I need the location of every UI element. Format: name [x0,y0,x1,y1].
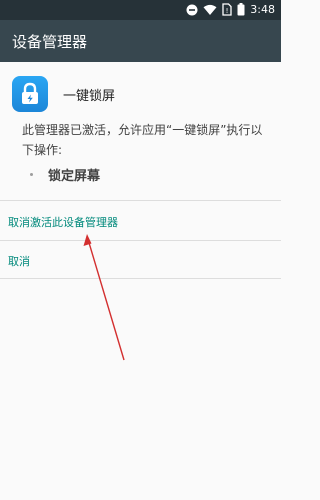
page-title: 设备管理器 [12,33,88,51]
permission-item: 锁定屏幕 [30,165,100,184]
bullet-icon [30,173,33,176]
status-icons: ! 3:48 [186,2,275,18]
admin-app-row: 一键锁屏 [12,74,115,114]
app-bar: 设备管理器 [0,20,281,62]
divider [0,240,281,241]
admin-description: 此管理器已激活，允许应用“一键锁屏”执行以下操作: [22,123,263,157]
admin-app-name: 一键锁屏 [63,88,116,104]
no-sim-icon: ! [222,1,232,20]
status-bar: ! 3:48 [0,0,281,20]
svg-text:!: ! [226,7,229,15]
battery-icon [237,1,245,20]
wifi-icon [203,1,217,20]
lock-app-icon [12,76,48,112]
permission-label: 锁定屏幕 [48,169,101,184]
divider [0,200,281,201]
deactivate-device-admin-button[interactable]: 取消激活此设备管理器 [8,214,118,230]
device-admin-content: 一键锁屏 此管理器已激活，允许应用“一键锁屏”执行以下操作: 锁定屏幕 取消激活… [0,62,281,500]
minus-circle-icon [186,1,198,20]
cancel-button[interactable]: 取消 [8,253,30,269]
status-time: 3:48 [250,3,275,16]
divider [0,278,281,279]
